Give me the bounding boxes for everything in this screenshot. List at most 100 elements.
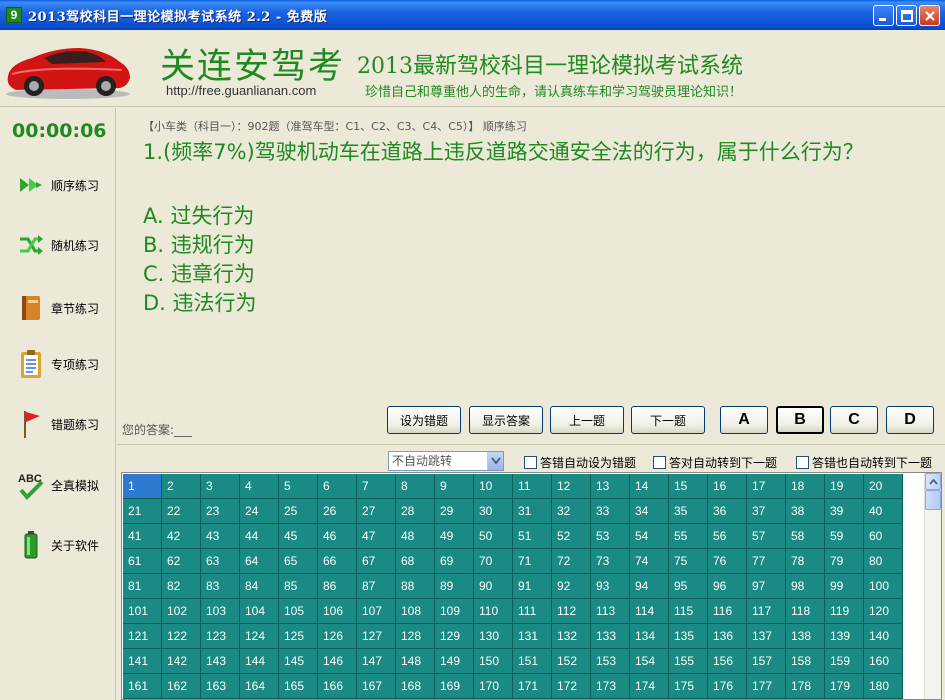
question-number-cell[interactable]: 162 bbox=[162, 674, 201, 699]
checkbox[interactable] bbox=[653, 456, 666, 469]
question-number-cell[interactable]: 164 bbox=[240, 674, 279, 699]
question-number-cell[interactable]: 163 bbox=[201, 674, 240, 699]
question-number-cell[interactable]: 133 bbox=[591, 624, 630, 649]
question-number-cell[interactable]: 108 bbox=[396, 599, 435, 624]
question-number-cell[interactable]: 136 bbox=[708, 624, 747, 649]
question-number-cell[interactable]: 143 bbox=[201, 649, 240, 674]
question-number-cell[interactable]: 83 bbox=[201, 574, 240, 599]
question-number-cell[interactable]: 174 bbox=[630, 674, 669, 699]
question-number-cell[interactable]: 2 bbox=[162, 474, 201, 499]
question-number-cell[interactable]: 88 bbox=[396, 574, 435, 599]
question-number-cell[interactable]: 135 bbox=[669, 624, 708, 649]
question-number-cell[interactable]: 160 bbox=[864, 649, 903, 674]
checkbox[interactable] bbox=[524, 456, 537, 469]
question-number-cell[interactable]: 59 bbox=[825, 524, 864, 549]
question-number-cell[interactable]: 9 bbox=[435, 474, 474, 499]
question-number-cell[interactable]: 10 bbox=[474, 474, 513, 499]
scroll-up-button[interactable] bbox=[925, 473, 941, 490]
question-number-cell[interactable]: 44 bbox=[240, 524, 279, 549]
maximize-button[interactable] bbox=[896, 5, 917, 26]
question-number-cell[interactable]: 41 bbox=[123, 524, 162, 549]
question-number-cell[interactable]: 47 bbox=[357, 524, 396, 549]
question-number-cell[interactable]: 45 bbox=[279, 524, 318, 549]
question-number-cell[interactable]: 65 bbox=[279, 549, 318, 574]
question-number-cell[interactable]: 114 bbox=[630, 599, 669, 624]
question-number-cell[interactable]: 37 bbox=[747, 499, 786, 524]
check-right-next[interactable]: 答对自动转到下一题 bbox=[653, 454, 777, 471]
question-number-cell[interactable]: 57 bbox=[747, 524, 786, 549]
question-number-cell[interactable]: 128 bbox=[396, 624, 435, 649]
question-number-cell[interactable]: 39 bbox=[825, 499, 864, 524]
question-number-cell[interactable]: 123 bbox=[201, 624, 240, 649]
question-number-cell[interactable]: 1 bbox=[123, 474, 162, 499]
show-answer-button[interactable]: 显示答案 bbox=[469, 406, 543, 434]
question-number-cell[interactable]: 113 bbox=[591, 599, 630, 624]
question-number-cell[interactable]: 150 bbox=[474, 649, 513, 674]
question-number-cell[interactable]: 58 bbox=[786, 524, 825, 549]
question-number-cell[interactable]: 17 bbox=[747, 474, 786, 499]
question-number-cell[interactable]: 158 bbox=[786, 649, 825, 674]
answer-b-button[interactable]: B bbox=[776, 406, 824, 434]
answer-c-button[interactable]: C bbox=[830, 406, 878, 434]
question-number-cell[interactable]: 3 bbox=[201, 474, 240, 499]
question-number-cell[interactable]: 36 bbox=[708, 499, 747, 524]
sidebar-item-about[interactable]: 关于软件 bbox=[16, 530, 99, 560]
question-number-cell[interactable]: 167 bbox=[357, 674, 396, 699]
question-number-cell[interactable]: 152 bbox=[552, 649, 591, 674]
question-number-cell[interactable]: 78 bbox=[786, 549, 825, 574]
question-number-cell[interactable]: 35 bbox=[669, 499, 708, 524]
question-number-cell[interactable]: 77 bbox=[747, 549, 786, 574]
question-number-cell[interactable]: 66 bbox=[318, 549, 357, 574]
question-number-cell[interactable]: 146 bbox=[318, 649, 357, 674]
question-number-cell[interactable]: 49 bbox=[435, 524, 474, 549]
question-number-cell[interactable]: 55 bbox=[669, 524, 708, 549]
question-number-cell[interactable]: 118 bbox=[786, 599, 825, 624]
question-number-cell[interactable]: 53 bbox=[591, 524, 630, 549]
question-number-cell[interactable]: 132 bbox=[552, 624, 591, 649]
question-number-cell[interactable]: 130 bbox=[474, 624, 513, 649]
question-number-cell[interactable]: 86 bbox=[318, 574, 357, 599]
question-number-cell[interactable]: 79 bbox=[825, 549, 864, 574]
scroll-thumb[interactable] bbox=[925, 490, 941, 510]
question-number-cell[interactable]: 165 bbox=[279, 674, 318, 699]
question-number-cell[interactable]: 179 bbox=[825, 674, 864, 699]
question-number-cell[interactable]: 142 bbox=[162, 649, 201, 674]
question-number-cell[interactable]: 127 bbox=[357, 624, 396, 649]
question-number-cell[interactable]: 75 bbox=[669, 549, 708, 574]
question-number-cell[interactable]: 62 bbox=[162, 549, 201, 574]
question-number-cell[interactable]: 156 bbox=[708, 649, 747, 674]
question-number-cell[interactable]: 119 bbox=[825, 599, 864, 624]
answer-d-button[interactable]: D bbox=[886, 406, 934, 434]
question-number-cell[interactable]: 13 bbox=[591, 474, 630, 499]
question-number-cell[interactable]: 125 bbox=[279, 624, 318, 649]
question-number-cell[interactable]: 99 bbox=[825, 574, 864, 599]
question-number-cell[interactable]: 121 bbox=[123, 624, 162, 649]
question-number-cell[interactable]: 25 bbox=[279, 499, 318, 524]
question-number-cell[interactable]: 18 bbox=[786, 474, 825, 499]
question-number-cell[interactable]: 94 bbox=[630, 574, 669, 599]
question-number-cell[interactable]: 32 bbox=[552, 499, 591, 524]
sidebar-item-wrong[interactable]: 错题练习 bbox=[16, 409, 99, 439]
question-number-cell[interactable]: 101 bbox=[123, 599, 162, 624]
question-number-cell[interactable]: 26 bbox=[318, 499, 357, 524]
question-number-cell[interactable]: 12 bbox=[552, 474, 591, 499]
question-number-cell[interactable]: 89 bbox=[435, 574, 474, 599]
prev-question-button[interactable]: 上一题 bbox=[550, 406, 624, 434]
question-number-cell[interactable]: 56 bbox=[708, 524, 747, 549]
question-number-cell[interactable]: 48 bbox=[396, 524, 435, 549]
question-number-cell[interactable]: 120 bbox=[864, 599, 903, 624]
question-number-cell[interactable]: 52 bbox=[552, 524, 591, 549]
question-number-cell[interactable]: 54 bbox=[630, 524, 669, 549]
question-number-cell[interactable]: 177 bbox=[747, 674, 786, 699]
question-number-cell[interactable]: 140 bbox=[864, 624, 903, 649]
next-question-button[interactable]: 下一题 bbox=[631, 406, 705, 434]
question-number-cell[interactable]: 4 bbox=[240, 474, 279, 499]
question-number-cell[interactable]: 151 bbox=[513, 649, 552, 674]
sidebar-item-sequential[interactable]: 顺序练习 bbox=[16, 170, 99, 200]
question-number-cell[interactable]: 139 bbox=[825, 624, 864, 649]
question-number-cell[interactable]: 154 bbox=[630, 649, 669, 674]
sidebar-item-mock-exam[interactable]: ABC 全真模拟 bbox=[16, 470, 99, 500]
question-number-cell[interactable]: 172 bbox=[552, 674, 591, 699]
question-number-cell[interactable]: 51 bbox=[513, 524, 552, 549]
question-number-cell[interactable]: 105 bbox=[279, 599, 318, 624]
